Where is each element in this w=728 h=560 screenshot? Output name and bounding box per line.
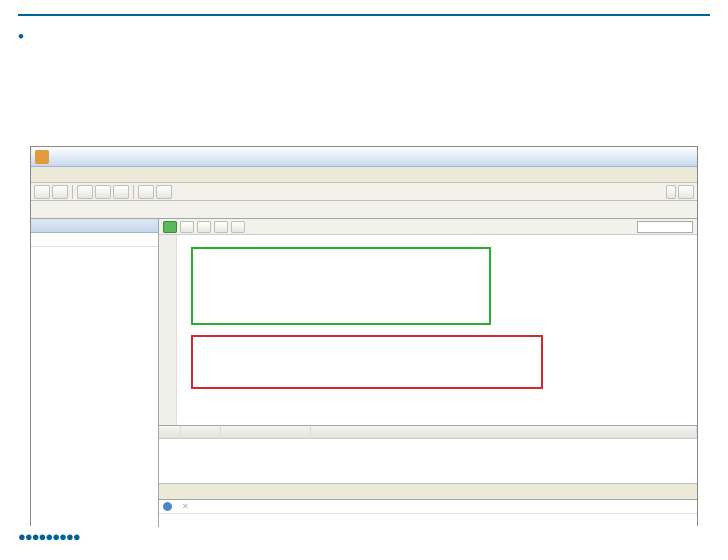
annot-oracle-box <box>191 335 543 389</box>
col-operation[interactable] <box>221 426 311 438</box>
main-toolbar[interactable] <box>31 183 697 201</box>
explorer-filter-input[interactable] <box>31 233 158 247</box>
results-grid[interactable] <box>159 425 697 483</box>
app-window: ✕ <box>30 146 698 526</box>
toolbar-run[interactable] <box>77 185 93 199</box>
explorer-tree[interactable] <box>31 247 158 527</box>
stop-button[interactable] <box>180 221 194 233</box>
menu-bar[interactable] <box>31 167 697 183</box>
line-gutter <box>159 235 177 425</box>
export-button[interactable] <box>231 221 245 233</box>
globe-icon <box>163 502 172 511</box>
perspective-toggle[interactable] <box>678 185 694 199</box>
toolbar-new[interactable] <box>34 185 50 199</box>
run-sql-button[interactable] <box>163 221 177 233</box>
quest-logo: ●●●●●●●●● <box>18 530 80 552</box>
toolbar-sep <box>133 185 134 199</box>
team-sync-button[interactable] <box>666 185 676 199</box>
col-id[interactable] <box>159 426 181 438</box>
toad-explorer-panel <box>31 219 159 527</box>
datasource-select[interactable] <box>637 221 693 233</box>
toolbar-debug[interactable] <box>95 185 111 199</box>
bullet-line-1 <box>18 26 728 49</box>
annot-hive-box <box>191 247 491 325</box>
col-parent[interactable] <box>181 426 221 438</box>
editor-tabstrip[interactable] <box>31 201 697 219</box>
slide-top-rule <box>18 14 710 16</box>
toad-icon <box>35 150 49 164</box>
col-query[interactable] <box>311 426 697 438</box>
sql-editor[interactable] <box>159 235 697 425</box>
toolbar-search[interactable] <box>113 185 129 199</box>
editor-area: ✕ <box>159 219 697 527</box>
toolbar-back[interactable] <box>138 185 154 199</box>
toolbar-save[interactable] <box>52 185 68 199</box>
explain-button[interactable] <box>214 221 228 233</box>
toolbar-fwd[interactable] <box>156 185 172 199</box>
close-icon[interactable]: ✕ <box>182 502 189 511</box>
editor-toolbar[interactable] <box>159 219 697 235</box>
window-titlebar[interactable] <box>31 147 697 167</box>
toolbar-sep <box>72 185 73 199</box>
explorer-header[interactable] <box>31 219 158 233</box>
footer-panel: ✕ <box>159 499 697 527</box>
bottom-tabstrip[interactable] <box>159 483 697 499</box>
format-button[interactable] <box>197 221 211 233</box>
url-bar[interactable] <box>159 514 697 526</box>
